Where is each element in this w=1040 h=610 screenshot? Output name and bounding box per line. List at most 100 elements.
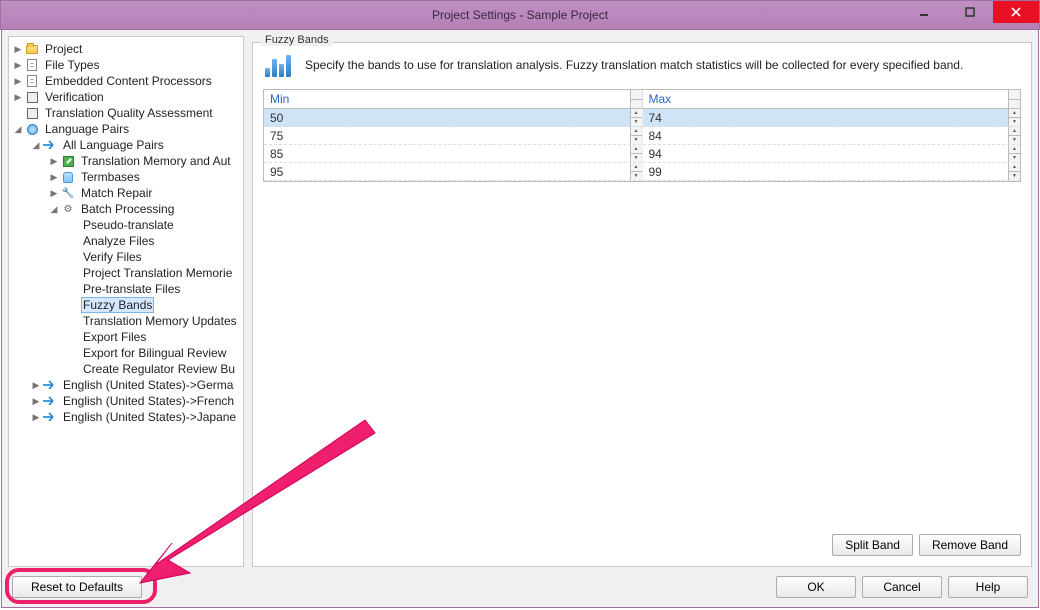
collapse-icon[interactable]: ◢ [13, 124, 23, 134]
spin-up-icon[interactable]: ▲ [631, 109, 642, 118]
tree-item-tm-updates[interactable]: Translation Memory Updates [9, 313, 243, 329]
arrow-icon [43, 138, 57, 152]
max-cell[interactable]: 74▲▼ [642, 109, 1021, 126]
spin-down-icon[interactable]: ▼ [631, 118, 642, 126]
tree-item-pretranslate[interactable]: Pre-translate Files [9, 281, 243, 297]
spin-down-icon[interactable]: ▼ [1009, 136, 1020, 144]
tree-label: Batch Processing [79, 201, 176, 217]
tree-item-match-repair[interactable]: ▶ 🔧 Match Repair [9, 185, 243, 201]
min-cell[interactable]: 50 ▲▼ [264, 109, 642, 126]
tree-label: English (United States)->Germa [61, 377, 235, 393]
expand-icon[interactable]: ▶ [31, 412, 41, 422]
spin-down-icon[interactable]: ▼ [631, 136, 642, 144]
remove-band-button[interactable]: Remove Band [919, 534, 1021, 556]
tree-label: Create Regulator Review Bu [81, 361, 237, 377]
expand-icon[interactable]: ▶ [13, 76, 23, 86]
spin-up-icon[interactable]: ▲ [631, 145, 642, 154]
expand-icon[interactable]: ▶ [49, 172, 59, 182]
settings-tree[interactable]: ▶ Project ▶ File Types ▶ Embedded Conten… [8, 36, 244, 567]
tree-label: Pseudo-translate [81, 217, 176, 233]
max-cell[interactable]: 99▲▼ [642, 163, 1021, 180]
min-cell[interactable]: 95▲▼ [264, 163, 642, 180]
help-button[interactable]: Help [948, 576, 1028, 598]
expand-icon[interactable]: ▶ [31, 396, 41, 406]
tree-item-create-regulator[interactable]: Create Regulator Review Bu [9, 361, 243, 377]
tree-label: Export Files [81, 329, 148, 345]
globe-icon [25, 122, 39, 136]
tree-item-en-fr[interactable]: ▶ English (United States)->French [9, 393, 243, 409]
spin-up-icon[interactable]: ▲ [1009, 127, 1020, 136]
spinner[interactable]: ▲▼ [1008, 127, 1020, 144]
close-button[interactable] [993, 1, 1039, 23]
bar-chart-icon [265, 53, 295, 77]
tree-item-verify-files[interactable]: Verify Files [9, 249, 243, 265]
tree-item-en-de[interactable]: ▶ English (United States)->Germa [9, 377, 243, 393]
tree-item-pseudo-translate[interactable]: Pseudo-translate [9, 217, 243, 233]
gear-icon: ⚙ [61, 202, 75, 216]
spin-up-icon[interactable]: ▲ [631, 163, 642, 172]
min-cell[interactable]: 85▲▼ [264, 145, 642, 162]
spin-down-icon[interactable]: ▼ [631, 154, 642, 162]
cell-value: 50 [270, 111, 283, 125]
spin-down-icon[interactable]: ▼ [1009, 172, 1020, 180]
expand-icon[interactable]: ▶ [31, 380, 41, 390]
min-cell[interactable]: 75▲▼ [264, 127, 642, 144]
spin-down-icon[interactable]: ▼ [631, 172, 642, 180]
spin-up-icon[interactable]: ▲ [1009, 145, 1020, 154]
arrow-icon [43, 410, 57, 424]
group-title: Fuzzy Bands [261, 34, 333, 46]
spinner[interactable]: ▲▼ [630, 145, 642, 162]
cancel-button[interactable]: Cancel [862, 576, 942, 598]
tree-item-verification[interactable]: ▶ Verification [9, 89, 243, 105]
maximize-button[interactable] [947, 1, 993, 23]
table-row[interactable]: 85▲▼94▲▼ [264, 145, 1020, 163]
table-row[interactable]: 95▲▼99▲▼ [264, 163, 1020, 181]
tree-item-export-files[interactable]: Export Files [9, 329, 243, 345]
expand-icon[interactable]: ▶ [13, 44, 23, 54]
titlebar[interactable]: Project Settings - Sample Project [0, 0, 1040, 30]
reset-to-defaults-button[interactable]: Reset to Defaults [12, 576, 142, 598]
expand-icon[interactable]: ▶ [49, 156, 59, 166]
tree-item-file-types[interactable]: ▶ File Types [9, 57, 243, 73]
expand-icon[interactable]: ▶ [49, 188, 59, 198]
tree-item-analyze-files[interactable]: Analyze Files [9, 233, 243, 249]
tree-item-project-tm[interactable]: Project Translation Memorie [9, 265, 243, 281]
spin-down-icon[interactable]: ▼ [1009, 154, 1020, 162]
tree-item-export-bilingual[interactable]: Export for Bilingual Review [9, 345, 243, 361]
collapse-icon[interactable]: ◢ [49, 204, 59, 214]
ok-button[interactable]: OK [776, 576, 856, 598]
tree-item-language-pairs[interactable]: ◢ Language Pairs [9, 121, 243, 137]
spinner[interactable]: ▲▼ [1008, 145, 1020, 162]
header-min[interactable]: Min [264, 90, 643, 109]
tree-item-tqa[interactable]: ▶ Translation Quality Assessment [9, 105, 243, 121]
dialog-client: ▶ Project ▶ File Types ▶ Embedded Conten… [1, 30, 1039, 608]
max-cell[interactable]: 94▲▼ [642, 145, 1021, 162]
header-max[interactable]: Max [643, 90, 1021, 109]
max-cell[interactable]: 84▲▼ [642, 127, 1021, 144]
tree-item-fuzzy-bands[interactable]: Fuzzy Bands [9, 297, 243, 313]
spinner[interactable]: ▲▼ [630, 127, 642, 144]
tree-item-batch-processing[interactable]: ◢ ⚙ Batch Processing [9, 201, 243, 217]
spin-up-icon[interactable]: ▲ [631, 127, 642, 136]
expand-icon[interactable]: ▶ [13, 92, 23, 102]
table-row[interactable]: 75▲▼84▲▼ [264, 127, 1020, 145]
spin-down-icon[interactable]: ▼ [1009, 118, 1020, 126]
tree-item-termbases[interactable]: ▶ Termbases [9, 169, 243, 185]
minimize-button[interactable] [901, 1, 947, 23]
spinner[interactable]: ▲▼ [1008, 109, 1020, 126]
collapse-icon[interactable]: ◢ [31, 140, 41, 150]
split-band-button[interactable]: Split Band [832, 534, 913, 556]
spin-up-icon[interactable]: ▲ [1009, 163, 1020, 172]
table-row[interactable]: 50▲▼74▲▼ [264, 109, 1020, 127]
tree-item-embedded-content[interactable]: ▶ Embedded Content Processors [9, 73, 243, 89]
expand-icon[interactable]: ▶ [13, 60, 23, 70]
spinner[interactable]: ▲▼ [1008, 163, 1020, 180]
doc-icon [25, 74, 39, 88]
tree-item-project[interactable]: ▶ Project [9, 41, 243, 57]
tree-item-all-language-pairs[interactable]: ◢ All Language Pairs [9, 137, 243, 153]
tree-item-tm-auto[interactable]: ▶ Translation Memory and Aut [9, 153, 243, 169]
tree-item-en-ja[interactable]: ▶ English (United States)->Japane [9, 409, 243, 425]
spinner[interactable]: ▲▼ [630, 109, 642, 126]
spinner[interactable]: ▲▼ [630, 163, 642, 180]
spin-up-icon[interactable]: ▲ [1009, 109, 1020, 118]
